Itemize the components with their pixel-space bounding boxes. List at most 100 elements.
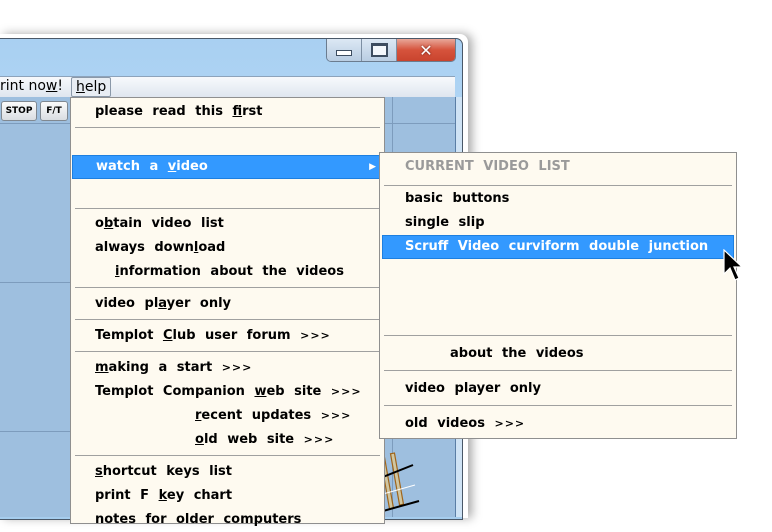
submenu-item-video-player-only[interactable]: video player only [380, 377, 736, 401]
accel: m [95, 360, 109, 375]
menu-item-club-forum[interactable]: Templot Club user forum >>> [71, 324, 384, 348]
more-indicator: >>> [221, 361, 253, 374]
menu-separator [384, 185, 732, 186]
more-indicator: >>> [330, 385, 362, 398]
label: Templot [95, 328, 163, 343]
menu-print-now-suffix: ! [57, 78, 63, 94]
maximize-button[interactable] [362, 39, 397, 61]
track-drawing [383, 452, 420, 512]
submenu-item-old-videos[interactable]: old videos >>> [380, 412, 736, 436]
label: ey chart [166, 488, 233, 503]
label: old videos [405, 416, 485, 431]
menu-print-now-accel: w [45, 78, 58, 94]
accel: o [195, 432, 204, 447]
minimize-icon [336, 50, 352, 56]
menu-item-notes-older[interactable]: notes for older computers [71, 508, 384, 532]
mouse-pointer-icon [723, 249, 744, 281]
menu-print-now[interactable]: rint now! [0, 78, 63, 94]
menu-separator [384, 335, 732, 336]
menu-item-info-videos[interactable]: information about the videos [71, 260, 384, 284]
label: video player only [405, 381, 541, 396]
maximize-icon [370, 43, 388, 57]
more-indicator: >>> [320, 409, 352, 422]
accel: b [103, 216, 114, 231]
menu-item-obtain-list[interactable]: obtain video list [71, 212, 384, 236]
menu-separator [75, 208, 380, 209]
menu-separator [75, 455, 380, 456]
accel: s [95, 464, 103, 479]
menu-item-always-download[interactable]: always download [71, 236, 384, 260]
label [71, 264, 115, 279]
menu-item-video-player[interactable]: video player only [71, 292, 384, 316]
label: ld web site [203, 432, 295, 447]
menu-item-making-start[interactable]: making a start >>> [71, 356, 384, 380]
label: ideo [176, 159, 208, 174]
menu-help-accel: h [76, 79, 85, 95]
close-button[interactable]: ✕ [397, 39, 455, 61]
more-indicator: >>> [494, 417, 526, 430]
menu-separator [384, 370, 732, 371]
menu-separator [75, 287, 380, 288]
menu-item-shortcut-keys[interactable]: shortcut keys list [71, 460, 384, 484]
submenu-item-basic-buttons[interactable]: basic buttons [380, 187, 736, 211]
label: video pl [95, 296, 159, 311]
menu-separator [75, 319, 380, 320]
accel: k [158, 488, 167, 503]
accel: f [232, 104, 243, 119]
menu-item-companion-site[interactable]: Templot Companion web site >>> [71, 380, 384, 404]
menu-item-print-f-key[interactable]: print F key chart [71, 484, 384, 508]
label: lub user forum [172, 328, 291, 343]
label: tain video list [113, 216, 224, 231]
label: always down [95, 240, 194, 255]
submenu-arrow-icon: ▶ [369, 162, 376, 172]
label: watch a [96, 159, 168, 174]
label: about the videos [450, 346, 584, 361]
label [71, 464, 95, 479]
label: Templot Companion [95, 384, 255, 399]
label: Scruff Video curviform double junction [405, 239, 709, 254]
label: o [95, 216, 104, 231]
label: eb site [266, 384, 322, 399]
label: ecent updates [201, 408, 312, 423]
menu-item-recent-updates[interactable]: recent updates >>> [71, 404, 384, 428]
video-submenu: CURRENT VIDEO LIST basic buttons single … [379, 152, 737, 439]
label [71, 432, 195, 447]
label: aking a start [108, 360, 213, 375]
minimize-button[interactable] [327, 39, 362, 61]
label: nformation about the videos [119, 264, 344, 279]
submenu-item-scruff-video[interactable]: Scruff Video curviform double junction [382, 235, 734, 259]
accel: w [254, 384, 267, 399]
label: hortcut keys list [102, 464, 232, 479]
label: irst [242, 104, 263, 119]
label: CURRENT VIDEO LIST [405, 159, 570, 174]
submenu-item-about-videos[interactable]: about the videos [380, 342, 736, 366]
label: oad [198, 240, 226, 255]
close-icon: ✕ [419, 40, 433, 60]
menu-separator [384, 405, 732, 406]
more-indicator: >>> [303, 433, 335, 446]
help-menu: please read this first watch a video ▶ ob… [70, 97, 385, 527]
menu-help[interactable]: help [71, 77, 112, 97]
label [71, 408, 195, 423]
menu-separator [75, 351, 380, 352]
accel: a [158, 296, 167, 311]
label: please read this [95, 104, 233, 119]
label: yer only [166, 296, 232, 311]
submenu-item-single-slip[interactable]: single slip [380, 211, 736, 235]
label: print F [95, 488, 159, 503]
stop-button[interactable]: STOP [1, 101, 37, 121]
label: notes for older computers [95, 512, 302, 527]
label [71, 360, 95, 375]
menu-item-watch-video[interactable]: watch a video ▶ [72, 155, 383, 179]
menu-separator [75, 127, 380, 128]
more-indicator: >>> [300, 329, 331, 342]
submenu-header: CURRENT VIDEO LIST [380, 155, 736, 179]
menu-print-now-text: rint no [0, 78, 46, 94]
accel: v [167, 159, 177, 174]
ft-button[interactable]: F/T [40, 101, 68, 121]
menu-item-old-web-site[interactable]: old web site >>> [71, 428, 384, 452]
menu-bar: rint now! help [0, 76, 455, 98]
menu-item-please-read[interactable]: please read this first [71, 100, 384, 124]
menu-help-text: elp [84, 79, 107, 95]
caption-buttons: ✕ [326, 39, 456, 62]
